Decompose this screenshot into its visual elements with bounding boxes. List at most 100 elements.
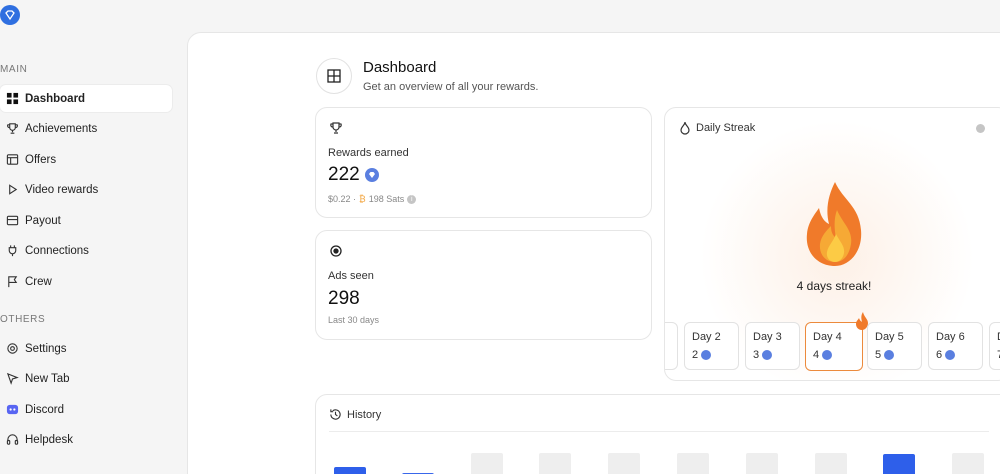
day-value: 5 <box>875 349 882 361</box>
day-label: Day 6 <box>936 331 965 343</box>
app-logo-icon[interactable] <box>0 5 20 25</box>
fire-icon <box>806 182 862 266</box>
page-title: Dashboard <box>363 59 437 76</box>
section-label-main: MAIN <box>0 64 28 75</box>
history-title: History <box>347 409 382 421</box>
headset-icon <box>5 433 19 447</box>
day-value: 4 <box>813 349 820 361</box>
sidebar-item-label: Connections <box>25 244 89 257</box>
flag-icon <box>5 275 19 289</box>
sidebar-item-label: Payout <box>25 214 61 227</box>
gem-icon <box>762 350 773 360</box>
bitcoin-icon: ₿ <box>359 194 366 204</box>
plug-icon <box>5 244 19 258</box>
day-reward: 6 <box>936 349 956 361</box>
day-value: 3 <box>753 349 760 361</box>
section-label-others: OTHERS <box>0 314 46 325</box>
sidebar-item-discord[interactable]: Discord <box>0 396 172 423</box>
trophy-icon <box>329 121 343 135</box>
sidebar-item-video-rewards[interactable]: Video rewards <box>0 176 172 203</box>
sidebar-item-dashboard[interactable]: Dashboard <box>0 85 172 112</box>
sidebar-item-label: New Tab <box>25 372 70 385</box>
sidebar-item-achievements[interactable]: Achievements <box>0 115 172 142</box>
rewards-value: 222 <box>328 164 360 185</box>
day-reward: 2 <box>692 349 712 361</box>
day-card[interactable]: Day 2 2 <box>684 322 739 370</box>
history-bar[interactable] <box>539 453 571 474</box>
discord-icon <box>5 403 19 417</box>
history-bar[interactable] <box>952 453 984 474</box>
history-bar[interactable] <box>883 454 915 474</box>
wallet-icon <box>5 214 19 228</box>
history-bar[interactable] <box>677 453 709 474</box>
grid-icon <box>5 92 19 106</box>
day-reward: 3 <box>753 349 773 361</box>
day-card[interactable]: D 7 <box>989 322 1000 370</box>
page-subtitle: Get an overview of all your rewards. <box>363 81 539 93</box>
sidebar-item-new-tab[interactable]: New Tab <box>0 365 172 392</box>
rewards-value-row: 222 <box>328 164 379 186</box>
gem-icon <box>884 350 895 360</box>
sidebar-item-crew[interactable]: Crew <box>0 268 172 295</box>
day-label: Day 3 <box>753 331 782 343</box>
day-value: 2 <box>692 349 699 361</box>
sidebar: MAIN Dashboard Achievements Offers Video… <box>0 0 186 474</box>
day-label: Day 2 <box>692 331 721 343</box>
history-divider <box>329 431 989 432</box>
dashboard-grid-icon <box>316 58 352 94</box>
sidebar-item-label: Video rewards <box>25 183 99 196</box>
sidebar-item-connections[interactable]: Connections <box>0 237 172 264</box>
rewards-label: Rewards earned <box>328 147 409 159</box>
sidebar-item-helpdesk[interactable]: Helpdesk <box>0 426 172 453</box>
trophy-icon <box>5 122 19 136</box>
day-label: Day 4 <box>813 331 842 343</box>
ads-label: Ads seen <box>328 270 374 282</box>
sidebar-item-label: Helpdesk <box>25 433 73 446</box>
sidebar-item-settings[interactable]: Settings <box>0 335 172 362</box>
cursor-icon <box>5 372 19 386</box>
ads-card: Ads seen 298 Last 30 days <box>315 230 652 340</box>
gem-icon <box>364 168 379 182</box>
ads-value: 298 <box>328 288 360 309</box>
history-bar[interactable] <box>471 453 503 474</box>
info-icon[interactable] <box>976 124 985 133</box>
day-reward: 4 <box>813 349 833 361</box>
gem-icon <box>822 350 833 360</box>
gem-icon <box>945 350 956 360</box>
sidebar-item-label: Achievements <box>25 122 98 135</box>
gear-icon <box>5 342 19 356</box>
sidebar-item-label: Dashboard <box>25 92 86 105</box>
rewards-sats: 198 Sats <box>368 194 405 204</box>
history-bar[interactable] <box>746 453 778 474</box>
browser-icon <box>5 153 19 167</box>
day-reward: 5 <box>875 349 895 361</box>
history-card: History <box>315 394 1000 474</box>
day-card[interactable]: Day 3 3 <box>745 322 800 370</box>
rewards-usd: $0.22 · <box>328 194 357 204</box>
history-bar[interactable] <box>815 453 847 474</box>
sidebar-item-offers[interactable]: Offers <box>0 146 172 173</box>
rewards-card: Rewards earned 222 $0.22 · ₿ 198 Sats i <box>315 107 652 218</box>
gem-icon <box>701 350 712 360</box>
day-value: 6 <box>936 349 943 361</box>
ads-period: Last 30 days <box>328 315 380 325</box>
rewards-meta: $0.22 · ₿ 198 Sats i <box>328 194 417 204</box>
day-card[interactable]: Day 5 5 <box>867 322 922 370</box>
drop-icon <box>679 121 693 135</box>
sidebar-item-payout[interactable]: Payout <box>0 207 172 234</box>
play-icon <box>5 183 19 197</box>
streak-message: 4 days streak! <box>796 279 872 293</box>
sidebar-item-label: Offers <box>25 153 57 166</box>
target-icon <box>329 244 343 258</box>
day-card[interactable]: Day 6 6 <box>928 322 983 370</box>
history-bar[interactable] <box>608 453 640 474</box>
daily-streak-card: Daily Streak 4 days streak! Day 2 2 Day … <box>664 107 1000 381</box>
history-bar[interactable] <box>334 467 366 474</box>
sidebar-item-label: Settings <box>25 342 67 355</box>
info-icon[interactable]: i <box>407 194 417 204</box>
sidebar-item-label: Discord <box>25 403 64 416</box>
history-icon <box>329 408 343 422</box>
sidebar-item-label: Crew <box>25 275 52 288</box>
streak-title: Daily Streak <box>696 122 756 134</box>
day-card-partial <box>665 322 678 370</box>
